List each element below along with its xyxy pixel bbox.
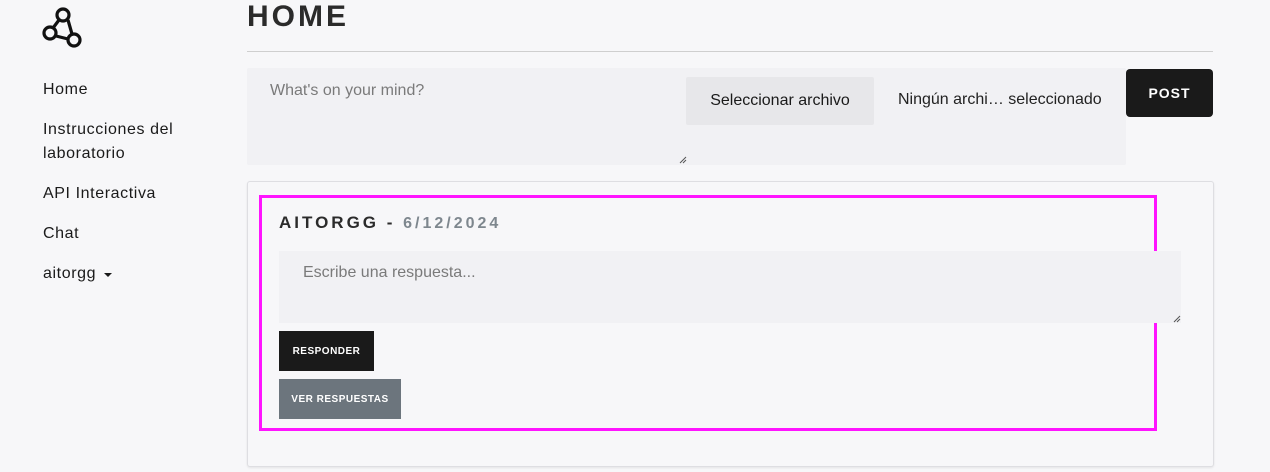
view-replies-button[interactable]: VER RESPUESTAS bbox=[279, 379, 401, 419]
post-header: AITORGG - 6/12/2024 bbox=[279, 213, 501, 233]
user-menu-dropdown[interactable]: aitorgg bbox=[43, 262, 223, 286]
post-input[interactable] bbox=[247, 68, 685, 164]
sidebar-item-home[interactable]: Home bbox=[43, 78, 223, 102]
post-button[interactable]: POST bbox=[1126, 69, 1213, 117]
sidebar-item-chat[interactable]: Chat bbox=[43, 222, 223, 246]
caret-down-icon bbox=[104, 273, 113, 277]
user-menu-label: aitorgg bbox=[43, 265, 97, 282]
sidebar-item-interactive-api[interactable]: API Interactiva bbox=[43, 182, 223, 206]
resize-handle-icon[interactable] bbox=[677, 154, 687, 164]
logo-icon[interactable] bbox=[41, 6, 85, 48]
post-separator: - bbox=[379, 213, 404, 232]
sidebar: Home Instrucciones del laboratorio API I… bbox=[0, 0, 230, 472]
post-author: AITORGG bbox=[279, 213, 380, 232]
choose-file-button[interactable]: Seleccionar archivo bbox=[686, 77, 874, 125]
reply-button[interactable]: RESPONDER bbox=[279, 331, 374, 371]
file-status-text: Ningún archi… seleccionado bbox=[898, 91, 1102, 108]
sidebar-item-lab-instructions[interactable]: Instrucciones del laboratorio bbox=[43, 118, 223, 166]
page-title: HOME bbox=[247, 0, 349, 33]
title-divider bbox=[247, 51, 1213, 52]
resize-handle-icon[interactable] bbox=[1171, 313, 1181, 323]
reply-input[interactable] bbox=[279, 251, 1181, 323]
sidebar-nav: Home Instrucciones del laboratorio API I… bbox=[43, 78, 223, 302]
post-date: 6/12/2024 bbox=[403, 215, 502, 232]
